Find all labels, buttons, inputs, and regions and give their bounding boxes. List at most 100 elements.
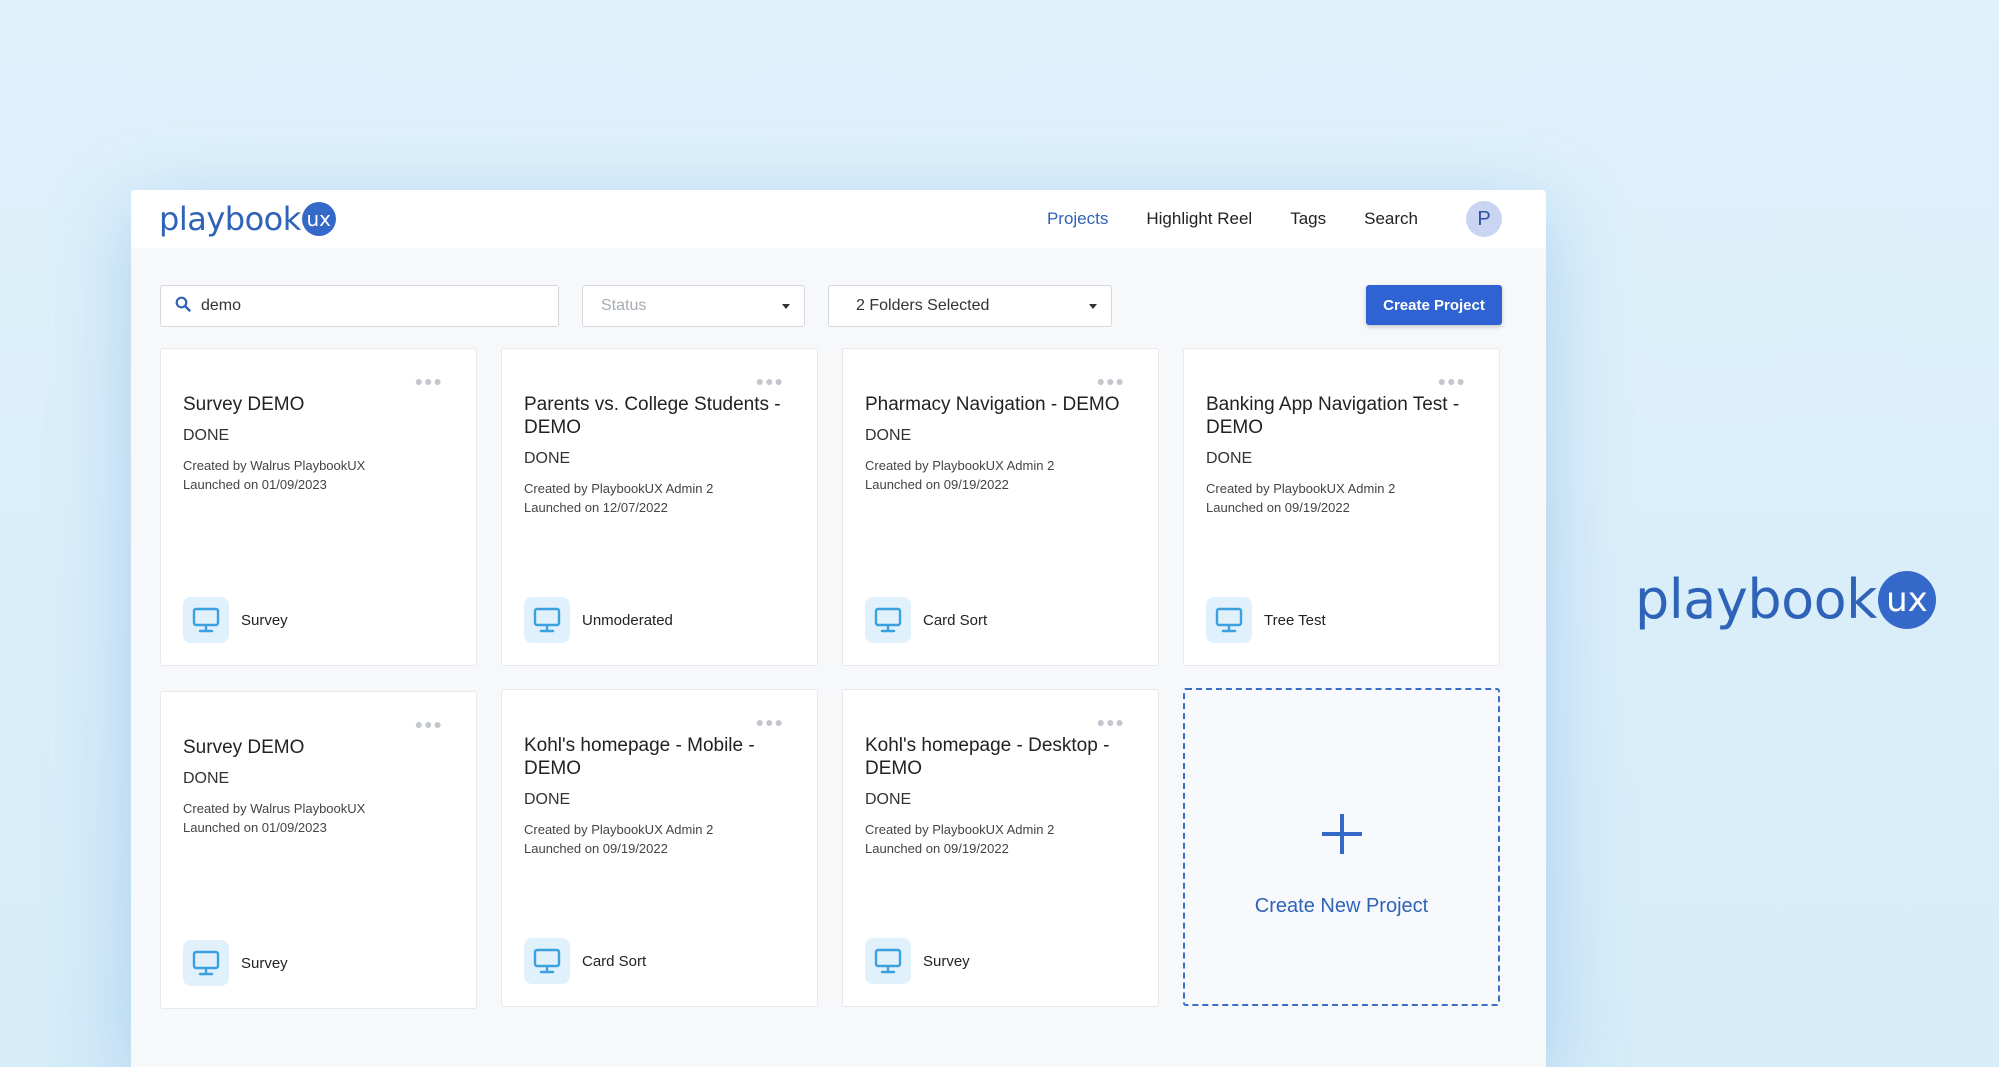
project-card[interactable]: ●●● Pharmacy Navigation - DEMO DONE Created… [842, 348, 1159, 666]
project-type-label: Survey [241, 611, 288, 629]
project-info: Pharmacy Navigation - DEMO DONE Created by… [865, 393, 1132, 494]
plus-icon [1320, 812, 1364, 861]
launched-on: Launched on 01/09/2023 [183, 477, 327, 492]
project-type: Survey [865, 938, 970, 984]
project-title: Kohl's homepage - Mobile - DEMO [524, 735, 755, 779]
playbookux-logo[interactable]: playbook ux [159, 200, 336, 238]
logo-text: playbook [159, 200, 301, 238]
project-type-label: Tree Test [1264, 611, 1326, 629]
project-type-label: Unmoderated [582, 611, 673, 629]
project-title: Survey DEMO [183, 737, 305, 758]
status-placeholder: Status [601, 297, 647, 314]
project-meta: Created by PlaybookUX Admin 2 Launched on… [865, 820, 1132, 858]
filter-toolbar: Status 2 Folders Selected Create Project [160, 285, 1502, 327]
created-by: Created by PlaybookUX Admin 2 [524, 822, 714, 837]
brand-logo-badge: ux [1877, 570, 1936, 629]
project-title: Kohl's homepage - Desktop - DEMO [865, 735, 1110, 779]
project-card[interactable]: ●●● Banking App Navigation Test - DEMO DON… [1183, 348, 1500, 666]
launched-on: Launched on 01/09/2023 [183, 820, 327, 835]
project-status: DONE [524, 791, 571, 808]
project-status: DONE [524, 450, 571, 467]
logo-badge: ux [301, 202, 336, 236]
playbookux-brand-logo: playbook ux [1635, 568, 1936, 631]
nav-tags[interactable]: Tags [1290, 209, 1326, 229]
monitor-icon [865, 938, 911, 984]
project-type: Survey [183, 597, 288, 643]
created-by: Created by Walrus PlaybookUX [183, 458, 366, 473]
created-by: Created by PlaybookUX Admin 2 [1206, 481, 1396, 496]
more-options-icon[interactable]: ●●● [1097, 714, 1125, 730]
project-type: Tree Test [1206, 597, 1326, 643]
brand-logo-text: playbook [1635, 568, 1877, 631]
search-input[interactable] [201, 297, 541, 315]
project-type-label: Survey [923, 952, 970, 970]
more-options-icon[interactable]: ●●● [1097, 373, 1125, 389]
nav-highlight-reel[interactable]: Highlight Reel [1146, 209, 1252, 229]
monitor-icon [524, 938, 570, 984]
project-meta: Created by PlaybookUX Admin 2 Launched on… [524, 820, 791, 858]
project-card[interactable]: ●●● Kohl's homepage - Mobile - DEMO DONE Cr… [501, 689, 818, 1007]
project-meta: Created by PlaybookUX Admin 2 Launched on… [524, 479, 791, 517]
nav-projects[interactable]: Projects [1047, 209, 1108, 229]
project-type: Card Sort [865, 597, 987, 643]
launched-on: Launched on 09/19/2022 [524, 841, 668, 856]
launched-on: Launched on 09/19/2022 [1206, 500, 1350, 515]
create-new-project-label: Create New Project [1254, 895, 1429, 917]
main-nav: Projects Highlight Reel Tags Search P [1009, 190, 1502, 248]
project-type: Survey [183, 940, 288, 986]
user-avatar[interactable]: P [1466, 201, 1502, 237]
launched-on: Launched on 12/07/2022 [524, 500, 668, 515]
project-status: DONE [865, 427, 912, 444]
project-card[interactable]: ●●● Survey DEMO DONE Created by Walrus Play… [160, 691, 477, 1009]
project-info: Parents vs. College Students - DEMO DONE C… [524, 393, 791, 517]
project-info: Survey DEMO DONE Created by Walrus Playboo… [183, 736, 450, 837]
project-meta: Created by PlaybookUX Admin 2 Launched on… [865, 456, 1132, 494]
created-by: Created by Walrus PlaybookUX [183, 801, 366, 816]
project-info: Survey DEMO DONE Created by Walrus Playboo… [183, 393, 450, 494]
project-card[interactable]: ●●● Kohl's homepage - Desktop - DEMO DONE C… [842, 689, 1159, 1007]
created-by: Created by PlaybookUX Admin 2 [524, 481, 714, 496]
project-type-label: Card Sort [923, 611, 988, 629]
folders-label: 2 Folders Selected [856, 297, 990, 314]
created-by: Created by PlaybookUX Admin 2 [865, 822, 1055, 837]
folders-select[interactable]: 2 Folders Selected [828, 285, 1112, 327]
nav-search[interactable]: Search [1364, 209, 1418, 229]
search-icon [175, 296, 191, 317]
project-title: Pharmacy Navigation - DEMO [865, 394, 1120, 415]
created-by: Created by PlaybookUX Admin 2 [865, 458, 1055, 473]
status-select[interactable]: Status [582, 285, 805, 327]
top-bar: playbook ux Projects Highlight Reel Tags… [131, 190, 1546, 248]
launched-on: Launched on 09/19/2022 [865, 841, 1009, 856]
chevron-down-icon [1089, 304, 1097, 309]
project-type-label: Card Sort [582, 952, 647, 970]
monitor-icon [865, 597, 911, 643]
project-status: DONE [183, 427, 230, 444]
search-box[interactable] [160, 285, 559, 327]
project-card[interactable]: ●●● Survey DEMO DONE Created by Walrus Play… [160, 348, 477, 666]
monitor-icon [524, 597, 570, 643]
more-options-icon[interactable]: ●●● [415, 716, 443, 732]
project-info: Banking App Navigation Test - DEMO DONE Cr… [1206, 393, 1473, 517]
project-status: DONE [183, 770, 230, 787]
project-status: DONE [1206, 450, 1253, 467]
launched-on: Launched on 09/19/2022 [865, 477, 1009, 492]
project-type: Unmoderated [524, 597, 673, 643]
create-project-button[interactable]: Create Project [1366, 285, 1502, 325]
project-card[interactable]: ●●● Parents vs. College Students - DEMO DO… [501, 348, 818, 666]
more-options-icon[interactable]: ●●● [415, 373, 443, 389]
project-meta: Created by Walrus PlaybookUX Launched on … [183, 799, 450, 837]
project-info: Kohl's homepage - Mobile - DEMO DONE Creat… [524, 734, 791, 858]
app-window: playbook ux Projects Highlight Reel Tags… [131, 190, 1546, 1067]
project-meta: Created by Walrus PlaybookUX Launched on … [183, 456, 450, 494]
project-info: Kohl's homepage - Desktop - DEMO DONE Crea… [865, 734, 1132, 858]
monitor-icon [183, 940, 229, 986]
project-title: Parents vs. College Students - DEMO [524, 394, 781, 438]
monitor-icon [1206, 597, 1252, 643]
project-title: Banking App Navigation Test - DEMO [1206, 394, 1460, 438]
project-type: Card Sort [524, 938, 646, 984]
monitor-icon [183, 597, 229, 643]
more-options-icon[interactable]: ●●● [1438, 373, 1466, 389]
create-new-project-card[interactable]: Create New Project [1183, 688, 1500, 1006]
more-options-icon[interactable]: ●●● [756, 373, 784, 389]
more-options-icon[interactable]: ●●● [756, 714, 784, 730]
